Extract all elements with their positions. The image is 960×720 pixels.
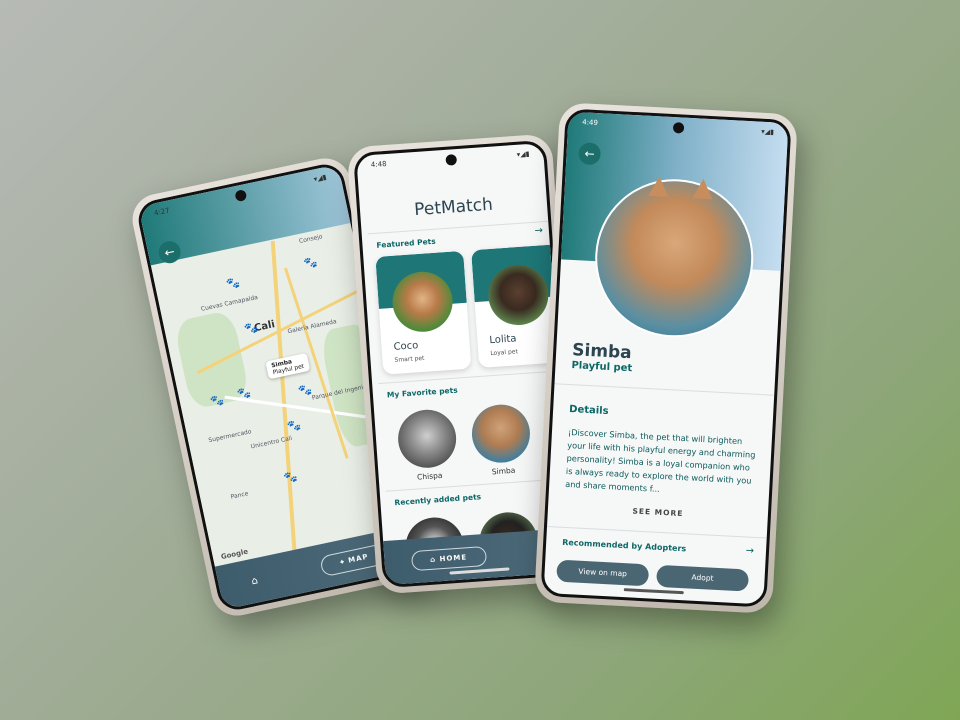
map-place-label: Pance xyxy=(230,490,250,501)
cat-ear xyxy=(648,175,670,197)
nav-map-label: MAP xyxy=(347,552,370,565)
status-time: 4:48 xyxy=(370,159,387,170)
see-more-button[interactable]: SEE MORE xyxy=(548,502,768,523)
paw-marker-icon[interactable]: 🐾 xyxy=(286,418,302,434)
arrow-left-icon: ← xyxy=(163,244,176,261)
paw-marker-icon[interactable]: 🐾 xyxy=(243,321,259,337)
map-place-label: Cuevas Camapalda xyxy=(200,293,259,313)
featured-pet-card[interactable]: Coco Smart pet xyxy=(375,250,472,375)
view-on-map-button[interactable]: View on map xyxy=(556,559,650,587)
status-time: 4:49 xyxy=(582,118,599,128)
favorite-pet-name: Chispa xyxy=(416,470,443,482)
pet-sub: Playful pet xyxy=(571,360,633,375)
paw-marker-icon[interactable]: 🐾 xyxy=(297,383,313,399)
map-place-label: Supermercado xyxy=(207,428,253,445)
nav-home-label: HOME xyxy=(439,553,468,564)
nav-home-button[interactable]: ⌂ HOME xyxy=(410,545,487,572)
pet-name: Lolita xyxy=(489,333,517,347)
detail-screen: 4:49 ▾◢▮ ← Simba Playful pet Details ¡Di… xyxy=(540,108,792,608)
paw-marker-icon[interactable]: 🐾 xyxy=(303,255,319,271)
home-indicator xyxy=(623,588,684,595)
status-icons: ▾◢▮ xyxy=(516,149,530,159)
paw-marker-icon[interactable]: 🐾 xyxy=(236,385,252,401)
home-icon[interactable]: ⌂ xyxy=(250,575,259,587)
divider xyxy=(367,220,549,235)
adopt-button[interactable]: Adopt xyxy=(656,564,750,592)
featured-pets-title: Featured Pets xyxy=(376,236,436,250)
paw-marker-icon[interactable]: 🐾 xyxy=(225,275,241,291)
divider xyxy=(554,383,775,396)
map-place-label: Consejo xyxy=(298,233,324,245)
recent-pets-title: Recently added pets xyxy=(394,492,482,508)
paw-marker-icon[interactable]: 🐾 xyxy=(209,393,225,409)
recommended-title: Recommended by Adopters xyxy=(561,537,687,554)
map-pet-tooltip[interactable]: Simba Playful pet xyxy=(265,352,311,380)
paw-marker-icon[interactable]: 🐾 xyxy=(283,470,299,486)
arrow-right-icon[interactable]: → xyxy=(534,225,543,237)
details-text: ¡Discover Simba, the pet that will brigh… xyxy=(565,426,756,494)
favorite-pet-photo[interactable] xyxy=(396,407,459,470)
divider xyxy=(546,526,767,539)
arrow-right-icon[interactable]: → xyxy=(745,545,754,556)
favorite-pet-name: Simba xyxy=(491,465,516,477)
front-camera xyxy=(444,154,457,166)
details-title: Details xyxy=(568,404,609,418)
pet-name: Coco xyxy=(393,340,419,353)
cat-ear xyxy=(692,178,714,200)
phone-detail-screen: 4:49 ▾◢▮ ← Simba Playful pet Details ¡Di… xyxy=(534,102,798,614)
arrow-left-icon: ← xyxy=(584,146,595,161)
status-icons: ▾◢▮ xyxy=(761,127,775,137)
pet-sub: Smart pet xyxy=(394,354,425,364)
favorite-pets-title: My Favorite pets xyxy=(386,385,458,400)
favorite-pet-photo[interactable] xyxy=(469,402,532,465)
app-title: PetMatch xyxy=(413,194,494,221)
pet-sub: Loyal pet xyxy=(490,348,519,358)
